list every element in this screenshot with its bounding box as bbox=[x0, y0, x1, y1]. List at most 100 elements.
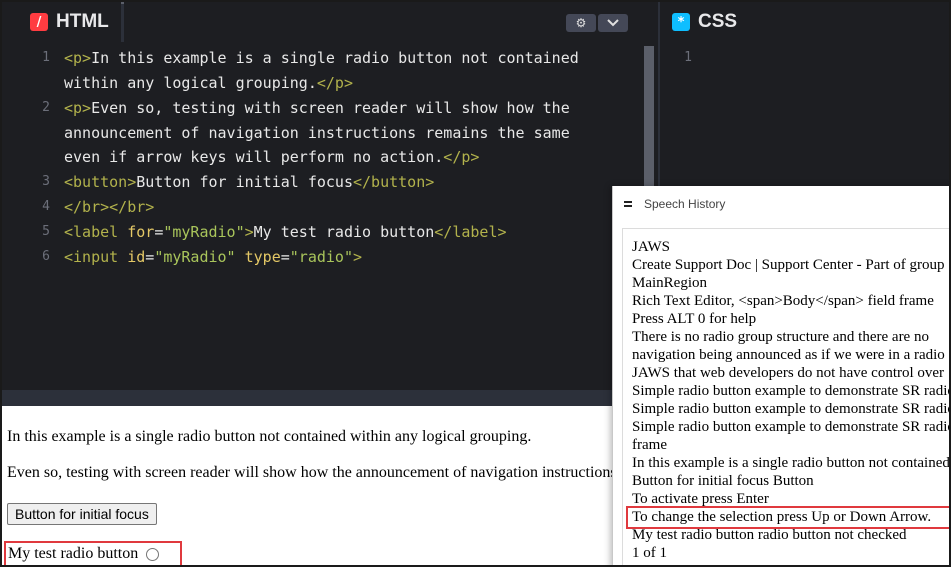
html-tab-label: / HTML bbox=[18, 2, 121, 42]
code-text: <label for="myRadio">My test radio butto… bbox=[64, 220, 604, 245]
collapse-button[interactable] bbox=[598, 14, 628, 32]
code-token: for bbox=[127, 222, 155, 241]
code-token: </button> bbox=[353, 173, 435, 192]
code-token: = bbox=[280, 247, 290, 266]
preview-paragraph-1: In this example is a single radio button… bbox=[7, 428, 532, 445]
code-token: </br></br> bbox=[64, 198, 155, 217]
speech-line-text: frame bbox=[632, 437, 667, 453]
radio-button[interactable] bbox=[146, 547, 160, 561]
code-token: <input bbox=[64, 247, 128, 266]
speech-line-text: My test radio button radio button not ch… bbox=[632, 527, 907, 543]
css-pane-header: * CSS bbox=[660, 2, 949, 42]
code-token: "myRadio" bbox=[163, 222, 245, 241]
line-number: 1 bbox=[42, 50, 50, 65]
html-pane-header: / HTML ⚙ bbox=[18, 2, 640, 42]
speech-line-text: To activate press Enter bbox=[632, 491, 769, 507]
line-number: 3 bbox=[42, 174, 50, 190]
speech-line: Simple radio button example to demonstra… bbox=[632, 400, 951, 418]
speech-line: JAWS bbox=[632, 238, 949, 256]
code-token: My test radio button bbox=[253, 222, 435, 241]
speech-line: frame bbox=[632, 436, 949, 454]
speech-line-text: JAWS bbox=[632, 239, 670, 255]
gear-icon: ⚙ bbox=[575, 16, 587, 30]
code-line[interactable]: 1 <p>In this example is a single radio bu… bbox=[18, 46, 624, 96]
speech-history-log[interactable]: JAWS Create Support Doc | Support Center … bbox=[622, 228, 951, 565]
chevron-down-icon bbox=[607, 19, 619, 27]
speech-line: JAWS that web developers do not have con… bbox=[632, 364, 949, 382]
code-line[interactable]: 6 <input id="myRadio" type="radio"> bbox=[18, 245, 624, 270]
code-token: <p> bbox=[64, 98, 92, 117]
speech-line-text: Simple radio button example to demonstra… bbox=[632, 401, 951, 417]
css-pane-title: CSS bbox=[698, 11, 738, 32]
menu-icon[interactable] bbox=[624, 199, 632, 209]
html-code-editor[interactable]: 1 <p>In this example is a single radio bu… bbox=[18, 46, 624, 270]
code-text: <input id="myRadio" type="radio"> bbox=[64, 245, 604, 270]
code-text: </br></br> bbox=[64, 195, 604, 220]
initial-focus-button[interactable]: Button for initial focus bbox=[7, 503, 157, 525]
html-editor-pane[interactable]: / HTML ⚙ 1 <p>In this example is a single… bbox=[18, 2, 654, 391]
speech-line: Rich Text Editor, <span>Body</span> fiel… bbox=[632, 292, 949, 310]
line-number: 4 bbox=[42, 199, 50, 215]
speech-line-text: 1 of 1 bbox=[632, 545, 667, 561]
code-token: Button for initial focus bbox=[136, 173, 353, 192]
speech-line: 1 of 1 bbox=[632, 544, 949, 562]
radio-label[interactable]: My test radio button bbox=[8, 545, 138, 563]
code-line[interactable]: 4 </br></br> bbox=[18, 195, 624, 220]
code-token: </label> bbox=[434, 222, 507, 241]
code-line[interactable]: 2 <p>Even so, testing with screen reader … bbox=[18, 96, 624, 171]
code-token: Even so, testing with screen reader will… bbox=[64, 98, 579, 167]
speech-line-text: Button for initial focus Button bbox=[632, 473, 814, 489]
speech-line: In this example is a single radio button… bbox=[632, 454, 950, 472]
speech-line: Create Support Doc | Support Center - Pa… bbox=[632, 256, 949, 274]
speech-line: MainRegion bbox=[632, 274, 949, 292]
code-text: <p>Even so, testing with screen reader w… bbox=[64, 96, 604, 171]
code-text: <button>Button for initial focus</button… bbox=[64, 170, 604, 195]
speech-history-title-bar[interactable]: Speech History bbox=[613, 186, 949, 222]
code-token: <label bbox=[64, 222, 128, 241]
code-token: </p> bbox=[443, 148, 480, 167]
code-text: <p>In this example is a single radio but… bbox=[64, 46, 604, 96]
line-number: 5 bbox=[42, 223, 50, 239]
speech-line: Button for initial focus Button bbox=[632, 472, 949, 490]
speech-line-text: There is no radio group structure and th… bbox=[632, 329, 929, 345]
speech-line-text: JAWS that web developers do not have con… bbox=[632, 365, 945, 381]
speech-line-text: Rich Text Editor, <span>Body</span> fiel… bbox=[632, 293, 934, 309]
speech-line: Press ALT 0 for help bbox=[632, 310, 949, 328]
settings-gear-button[interactable]: ⚙ bbox=[566, 14, 596, 32]
speech-line-text: Simple radio button example to demonstra… bbox=[632, 383, 951, 399]
codepen-css-icon: * bbox=[672, 13, 690, 31]
code-token: id bbox=[127, 247, 146, 266]
code-line[interactable]: 3 <button>Button for initial focus</butto… bbox=[18, 170, 624, 195]
code-token: <p> bbox=[64, 49, 92, 67]
css-tab-label: * CSS bbox=[660, 2, 750, 42]
code-token: > bbox=[244, 222, 254, 241]
line-number: 2 bbox=[42, 99, 50, 115]
speech-line-text: Simple radio button example to demonstra… bbox=[632, 419, 951, 435]
speech-line-highlighted: To change the selection press Up or Down… bbox=[626, 506, 949, 529]
codepen-html-icon: / bbox=[30, 13, 48, 31]
code-token: type bbox=[244, 247, 281, 266]
code-line[interactable]: 5 <label for="myRadio">My test radio butt… bbox=[18, 220, 624, 245]
speech-line-text: MainRegion bbox=[632, 275, 707, 291]
code-token: > bbox=[353, 247, 363, 266]
css-line-number: 1 bbox=[684, 50, 692, 65]
speech-line-text: In this example is a single radio button… bbox=[632, 455, 950, 471]
speech-lines: JAWS Create Support Doc | Support Center … bbox=[626, 238, 951, 562]
speech-line-text: Press ALT 0 for help bbox=[632, 311, 757, 327]
speech-line: navigation being announced as if we were… bbox=[632, 346, 949, 364]
speech-history-window: Speech History JAWS Create Support Doc | … bbox=[612, 186, 951, 565]
code-token: = bbox=[154, 222, 164, 241]
speech-line: Simple radio button example to demonstra… bbox=[632, 382, 951, 400]
speech-line-text: navigation being announced as if we were… bbox=[632, 347, 945, 363]
speech-line: Simple radio button example to demonstra… bbox=[632, 418, 951, 436]
code-token: = bbox=[145, 247, 155, 266]
code-token: "radio" bbox=[289, 247, 353, 266]
code-token: <button> bbox=[64, 173, 137, 192]
line-number: 6 bbox=[42, 248, 50, 264]
speech-line: There is no radio group structure and th… bbox=[632, 328, 949, 346]
highlight-box bbox=[626, 506, 949, 529]
code-token: "myRadio" bbox=[154, 247, 236, 266]
speech-history-title: Speech History bbox=[644, 197, 726, 211]
code-token: </p> bbox=[316, 73, 353, 92]
